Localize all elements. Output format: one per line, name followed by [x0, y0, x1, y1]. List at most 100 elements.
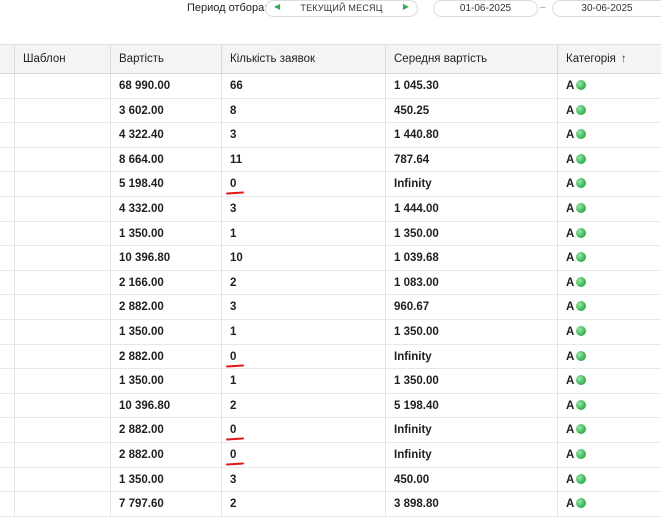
- category-value: A: [566, 375, 575, 388]
- arrow-up-icon[interactable]: ↑: [621, 53, 627, 65]
- cell-avg-cost: 450.25: [385, 98, 557, 123]
- cell-avg-cost: 5 198.40: [385, 393, 557, 418]
- count-value: 1: [230, 375, 237, 388]
- cell-template: [14, 98, 110, 123]
- cell-count: 1: [221, 221, 385, 246]
- status-dot-icon: [576, 498, 587, 509]
- category-value: A: [566, 301, 575, 314]
- table-row[interactable]: 2 882.00 0 Infinity A: [0, 418, 661, 443]
- cell-template: [14, 369, 110, 393]
- table-body: 68 990.00 66 1 045.30 A 3 602.00 8 450.25 A 4 32…: [0, 74, 661, 517]
- cell-cost: 3 602.00: [110, 98, 221, 123]
- count-value: 0: [230, 448, 237, 461]
- cell-template: [14, 319, 110, 344]
- cell-count: 3: [221, 295, 385, 319]
- category-value: A: [566, 424, 575, 437]
- table-row[interactable]: 2 882.00 3 960.67 A: [0, 295, 661, 320]
- table-row[interactable]: 7 797.60 2 3 898.80 A: [0, 492, 661, 517]
- count-value: 1: [230, 227, 237, 240]
- row-spacer: [0, 172, 14, 196]
- header-category[interactable]: Категорія ↑: [557, 45, 661, 73]
- status-dot-icon: [576, 350, 587, 361]
- table-row[interactable]: 4 332.00 3 1 444.00 A: [0, 196, 661, 222]
- cell-count: 3: [221, 196, 385, 221]
- cell-template: [14, 418, 110, 442]
- cell-template: [14, 246, 110, 270]
- table-row[interactable]: 1 350.00 1 1 350.00 A: [0, 319, 661, 345]
- category-value: A: [566, 399, 575, 412]
- cell-cost: 2 166.00: [110, 270, 221, 295]
- cell-cost: 10 396.80: [110, 246, 221, 270]
- category-value: A: [566, 448, 575, 461]
- category-value: A: [566, 473, 575, 486]
- header-spacer: [0, 45, 14, 73]
- status-dot-icon: [576, 325, 587, 336]
- row-spacer: [0, 295, 14, 319]
- cell-avg-cost: Infinity: [385, 172, 557, 196]
- category-value: A: [566, 104, 575, 117]
- row-spacer: [0, 492, 14, 516]
- period-filter-bar: Период отбора: ◀ ТЕКУЩИЙ МЕСЯЦ ▶ 01-06-2…: [0, 0, 661, 44]
- header-template[interactable]: Шаблон: [14, 45, 110, 73]
- header-avg-cost[interactable]: Середня вартість: [385, 45, 557, 73]
- table-row[interactable]: 1 350.00 1 1 350.00 A: [0, 221, 661, 247]
- cell-cost: 7 797.60: [110, 492, 221, 516]
- count-value: 66: [230, 80, 243, 92]
- cell-template: [14, 492, 110, 516]
- cell-cost: 1 350.00: [110, 369, 221, 393]
- cell-template: [14, 393, 110, 418]
- cell-avg-cost: 1 039.68: [385, 246, 557, 270]
- cell-avg-cost: 1 440.80: [385, 123, 557, 147]
- table-row[interactable]: 3 602.00 8 450.25 A: [0, 98, 661, 124]
- cell-avg-cost: 1 350.00: [385, 221, 557, 246]
- cell-count: 10: [221, 246, 385, 270]
- table-row[interactable]: 10 396.80 10 1 039.68 A: [0, 246, 661, 271]
- cell-avg-cost: 1 444.00: [385, 196, 557, 221]
- cell-category: A: [557, 246, 661, 270]
- cell-template: [14, 344, 110, 369]
- row-spacer: [0, 443, 14, 467]
- row-spacer: [0, 99, 14, 123]
- row-spacer: [0, 418, 14, 442]
- cell-template: [14, 147, 110, 172]
- table-row[interactable]: 4 322.40 3 1 440.80 A: [0, 123, 661, 148]
- date-from-input[interactable]: 01-06-2025: [433, 0, 538, 17]
- row-spacer: [0, 74, 14, 98]
- status-dot-icon: [576, 80, 587, 90]
- table-row[interactable]: 8 664.00 11 787.64 A: [0, 147, 661, 173]
- table-row[interactable]: 10 396.80 2 5 198.40 A: [0, 393, 661, 419]
- date-to-input[interactable]: 30-06-2025: [552, 0, 661, 17]
- cell-count: 11: [221, 147, 385, 172]
- status-dot-icon: [576, 104, 587, 115]
- cell-cost: 4 322.40: [110, 123, 221, 147]
- cell-category: A: [557, 295, 661, 319]
- cell-avg-cost: Infinity: [385, 442, 557, 467]
- count-value: 11: [230, 153, 243, 166]
- count-value: 2: [230, 276, 237, 289]
- cell-count: 8: [221, 98, 385, 123]
- data-table: Шаблон Вартість Кількість заявок Середня…: [0, 44, 661, 517]
- category-value: A: [566, 129, 575, 142]
- header-cost[interactable]: Вартість: [110, 45, 221, 73]
- header-count[interactable]: Кількість заявок: [221, 45, 385, 73]
- cell-avg-cost: 960.67: [385, 295, 557, 319]
- table-row[interactable]: 2 882.00 0 Infinity A: [0, 442, 661, 468]
- table-row[interactable]: 1 350.00 3 450.00 A: [0, 467, 661, 493]
- cell-category: A: [557, 172, 661, 196]
- table-row[interactable]: 68 990.00 66 1 045.30 A: [0, 74, 661, 99]
- table-row[interactable]: 2 166.00 2 1 083.00 A: [0, 270, 661, 296]
- status-dot-icon: [576, 153, 587, 164]
- cell-avg-cost: 3 898.80: [385, 492, 557, 516]
- cell-template: [14, 270, 110, 295]
- cell-count: 3: [221, 467, 385, 492]
- cell-count: 3: [221, 123, 385, 147]
- cell-count: 0: [221, 442, 385, 467]
- table-row[interactable]: 1 350.00 1 1 350.00 A: [0, 369, 661, 394]
- status-dot-icon: [576, 448, 587, 459]
- cell-category: A: [557, 98, 661, 123]
- table-row[interactable]: 2 882.00 0 Infinity A: [0, 344, 661, 370]
- period-select[interactable]: ◀ ТЕКУЩИЙ МЕСЯЦ ▶: [265, 0, 418, 17]
- cell-template: [14, 123, 110, 147]
- table-row[interactable]: 5 198.40 0 Infinity A: [0, 172, 661, 197]
- next-period-icon[interactable]: ▶: [403, 2, 409, 11]
